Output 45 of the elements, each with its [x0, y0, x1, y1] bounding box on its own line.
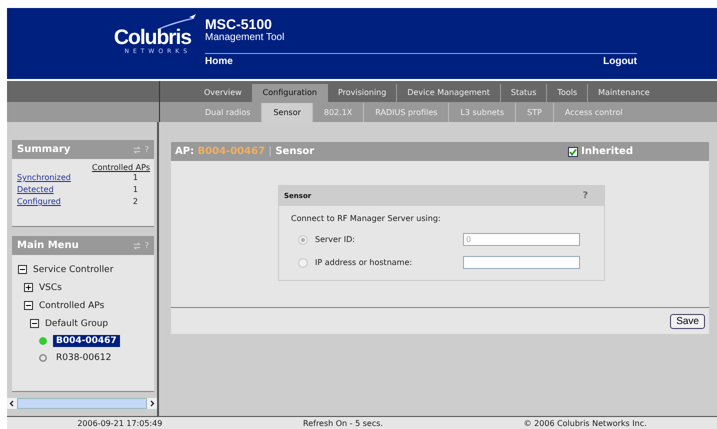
nav-tab[interactable]: Configuration: [252, 84, 327, 102]
scroll-right-icon[interactable]: [147, 398, 157, 409]
product-subtitle: Management Tool: [205, 32, 286, 43]
tree-item[interactable]: VSCs: [39, 282, 62, 292]
panel-title: Main Menu: [17, 240, 80, 251]
radio-button[interactable]: [298, 258, 308, 268]
status-text: © 2006 Colubris Networks Inc.: [524, 418, 647, 428]
bird-logo-icon: [157, 14, 197, 30]
horizontal-scrollbar[interactable]: [7, 398, 157, 409]
summary-link[interactable]: Detected: [17, 184, 54, 196]
inherited-checkbox[interactable]: [568, 146, 578, 156]
tree-item[interactable]: Default Group: [45, 318, 108, 328]
checkbox-label: Inherited: [581, 146, 633, 157]
panel-title: Summary: [17, 144, 72, 155]
header-link[interactable]: Home: [205, 56, 233, 67]
collapse-icon[interactable]: [24, 301, 33, 310]
radio-button[interactable]: [298, 234, 308, 244]
column-header: Controlled APs: [90, 163, 150, 172]
header-link[interactable]: Logout: [603, 56, 637, 67]
collapse-icon[interactable]: [18, 265, 27, 274]
brand-name: Colubris: [114, 26, 191, 49]
count-value: 2: [132, 196, 138, 208]
count-value: 1: [132, 184, 138, 196]
tree-item[interactable]: R038-00612: [53, 352, 114, 364]
input-field[interactable]: [463, 256, 580, 269]
collapse-icon[interactable]: [30, 319, 39, 328]
status-text: 2006-09-21 17:05:49: [77, 418, 162, 428]
nav-tab[interactable]: Overview: [194, 84, 252, 102]
status-text: Refresh On - 5 secs.: [303, 418, 383, 428]
panel-title: AP: B004-00467 | Sensor: [175, 146, 314, 157]
help-link[interactable]: ?: [582, 191, 588, 201]
product-title: MSC-5100: [205, 16, 273, 32]
tree-item[interactable]: Service Controller: [33, 264, 114, 274]
summary-link[interactable]: Synchronized: [17, 172, 71, 184]
scroll-left-icon[interactable]: [7, 398, 17, 409]
save-button[interactable]: Save: [670, 314, 705, 328]
option-label: IP address or hostname:: [315, 258, 414, 267]
tree-item[interactable]: Controlled APs: [39, 300, 104, 310]
sub-tab[interactable]: Sensor: [261, 103, 312, 122]
tree-item[interactable]: B004-00467: [53, 334, 120, 346]
summary-link[interactable]: Configured: [17, 196, 61, 208]
expand-icon[interactable]: [24, 283, 33, 292]
option-label: Server ID:: [315, 235, 356, 244]
prompt-text: Connect to RF Manager Server using:: [291, 214, 442, 223]
count-value: 1: [132, 172, 138, 184]
